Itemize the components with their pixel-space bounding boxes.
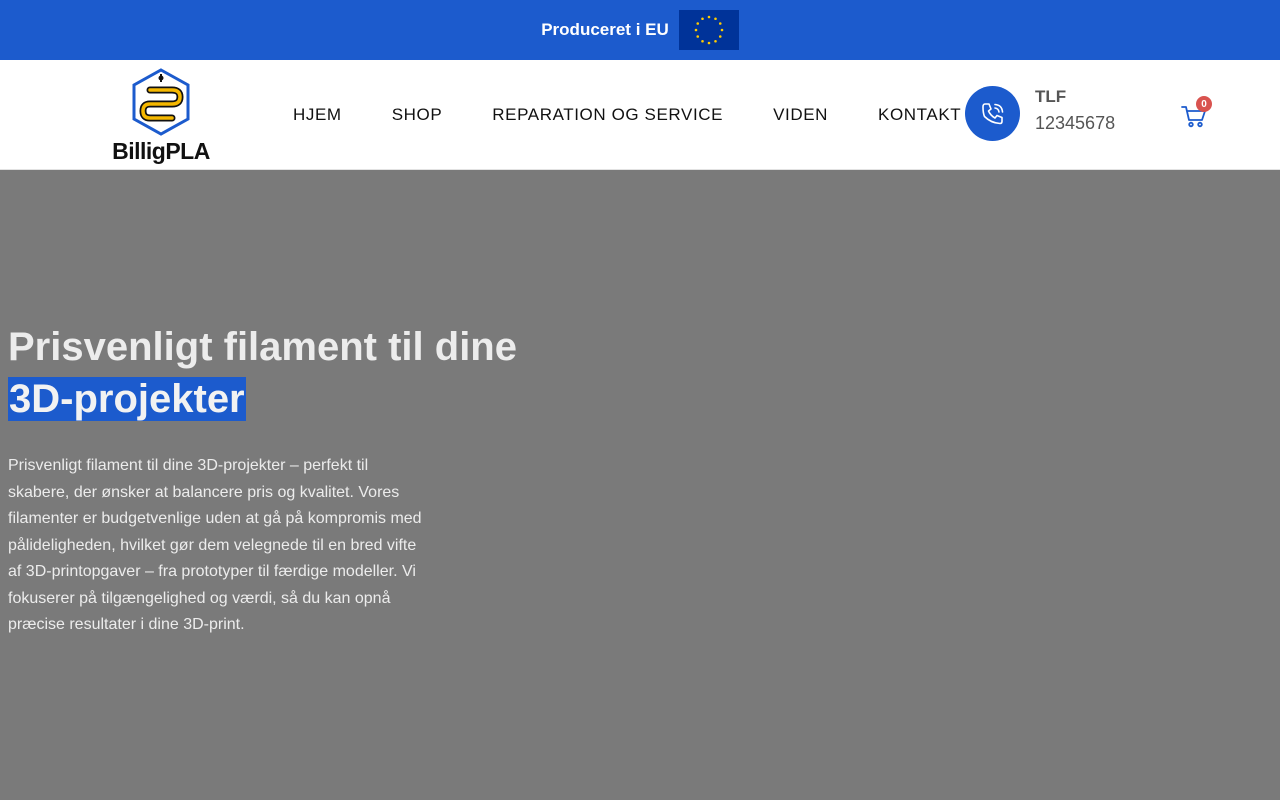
cart-count-badge: 0 [1196,96,1212,112]
nav-item-shop[interactable]: SHOP [392,105,443,125]
eu-star-icon [718,22,722,25]
nav-item-hjem[interactable]: HJEM [293,105,342,125]
eu-star-icon [718,35,722,38]
hero-title-highlight: 3D-projekter [8,377,246,421]
site-logo[interactable]: BilligPLA [110,68,212,164]
eu-star-icon [700,17,704,21]
made-in-eu-text: Produceret i EU [541,20,669,39]
eu-flag-icon [678,10,739,50]
phone-number[interactable]: 12345678 [1035,113,1115,134]
eu-star-icon [720,28,724,32]
eu-star-icon [707,41,711,45]
top-announcement-bar: Produceret i EU [0,0,1280,60]
hero-title: Prisvenligt filament til dine 3D-projekt… [8,321,628,425]
phone-button[interactable] [965,86,1020,141]
eu-star-icon [713,39,717,43]
phone-icon [981,102,1003,124]
eu-star-icon [696,35,699,38]
logo-text: BilligPLA [112,138,210,164]
site-header: BilligPLA HJEM SHOP REPARATION OG SERVIC… [0,60,1280,170]
nav-item-reparation-og-service[interactable]: REPARATION OG SERVICE [492,105,723,125]
logo-mark-icon [132,68,190,136]
nav-item-kontakt[interactable]: KONTAKT [878,105,961,125]
eu-star-icon [707,15,711,19]
hero-description: Prisvenligt filament til dine 3D-projekt… [8,457,422,633]
eu-star-icon [713,17,717,21]
eu-star-icon [694,28,698,32]
eu-star-icon [696,22,699,25]
phone-label: TLF [1035,87,1067,106]
nav-item-viden[interactable]: VIDEN [773,105,828,125]
hero-title-line: Prisvenligt filament til dine [8,325,517,369]
eu-star-icon [700,39,704,43]
hero-section: Prisvenligt filament til dine 3D-projekt… [0,171,1280,800]
main-nav: HJEM SHOP REPARATION OG SERVICE VIDEN KO… [268,60,986,170]
